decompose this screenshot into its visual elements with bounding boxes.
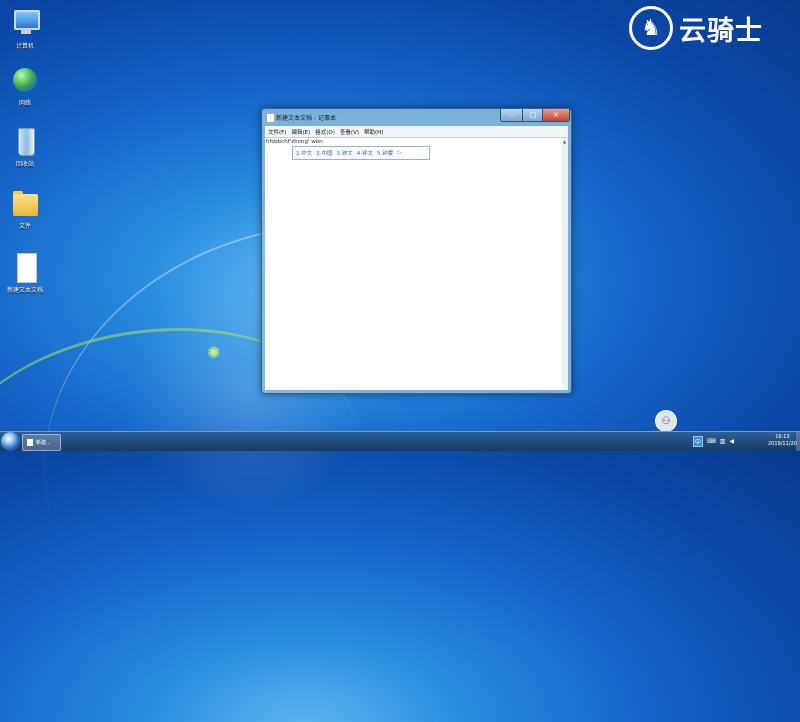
desktop-icon-folder[interactable]: 文件 <box>0 188 50 230</box>
ime-candidate[interactable]: 5.钟雯 <box>377 149 393 157</box>
menu-view[interactable]: 查看(V) <box>340 128 359 136</box>
wallpaper-flower: ✺ <box>207 343 221 362</box>
ime-candidate[interactable]: 3.钟文 <box>337 149 353 157</box>
ime-candidate[interactable]: 4.钟文 <box>357 149 373 157</box>
taskbar-item-label: 新建... <box>36 440 51 446</box>
volume-icon[interactable]: ◀ <box>729 438 734 445</box>
network-icon <box>10 65 40 95</box>
brand-watermark: ♞ 云骑士 <box>629 4 763 52</box>
ime-candidate[interactable]: 2.中国 <box>316 149 332 157</box>
vertical-scrollbar[interactable]: ▲ <box>562 138 568 390</box>
taskbar: 新建... 中 ⌨ ▥ ◀ 16:13 2019/11/20 <box>0 431 800 451</box>
ime-icon[interactable]: ⌨ <box>707 438 716 445</box>
clock[interactable]: 16:13 2019/11/20 <box>768 434 797 448</box>
menu-format[interactable]: 格式(O) <box>315 128 335 136</box>
brand-name: 云骑士 <box>679 15 763 47</box>
maximize-button[interactable]: □ <box>522 109 544 122</box>
recycle-bin-icon <box>10 126 40 156</box>
show-desktop-button[interactable] <box>796 432 800 451</box>
scroll-up-icon[interactable]: ▲ <box>563 139 566 144</box>
window-title: 新建文本文档 - 记事本 <box>276 115 336 122</box>
network-icon[interactable]: ▥ <box>720 438 726 445</box>
desktop-icon-network[interactable]: 网络 <box>0 65 50 107</box>
ime-candidate-window: 1.中文 2.中国 3.钟文 4.钟文 5.钟雯 ▷ <box>292 146 430 160</box>
desktop-icon-text-document[interactable]: 新建文本文档 <box>0 252 50 294</box>
computer-icon <box>10 8 40 38</box>
menu-file[interactable]: 文件(F) <box>268 128 286 136</box>
desktop-icon-label: 文件 <box>18 223 31 230</box>
taskbar-item-notepad[interactable]: 新建... <box>22 434 61 451</box>
ime-language-indicator[interactable]: 中 <box>693 436 704 447</box>
text-editor[interactable]: hfdsbchf'zhong' wen ▲ <box>265 137 568 390</box>
menu-bar: 文件(F) 编辑(E) 格式(O) 查看(V) 帮助(H) <box>265 126 568 137</box>
knight-logo-icon: ♞ <box>629 6 673 50</box>
window-titlebar[interactable]: 新建文本文档 - 记事本 – □ ✕ <box>262 109 571 126</box>
text-document-icon <box>10 252 40 283</box>
desktop-icon-computer[interactable]: 计算机 <box>0 8 50 50</box>
clock-time: 16:13 <box>775 434 790 440</box>
editor-content: hfdsbchf'zhong' wen <box>266 139 323 145</box>
ime-next-page-icon[interactable]: ▷ <box>397 150 401 156</box>
system-tray: 中 ⌨ ▥ ◀ <box>693 436 738 447</box>
menu-edit[interactable]: 编辑(E) <box>291 128 310 136</box>
clock-date: 2019/11/20 <box>768 441 797 447</box>
ime-candidate[interactable]: 1.中文 <box>296 149 312 157</box>
desktop-icon-recycle-bin[interactable]: 回收站 <box>0 126 50 168</box>
notepad-icon <box>27 439 33 446</box>
desktop-icon-label: 新建文本文档 <box>6 287 43 294</box>
menu-help[interactable]: 帮助(H) <box>364 128 383 136</box>
notepad-icon <box>266 113 275 123</box>
folder-icon <box>10 188 40 218</box>
assistant-float-icon[interactable]: ⚇ <box>655 410 677 432</box>
desktop-icon-label: 计算机 <box>15 43 34 50</box>
desktop-icon-label: 网络 <box>18 100 31 107</box>
desktop-icon-label: 回收站 <box>15 161 34 168</box>
close-button[interactable]: ✕ <box>542 109 570 122</box>
minimize-button[interactable]: – <box>500 109 524 122</box>
start-button[interactable] <box>1 432 20 451</box>
